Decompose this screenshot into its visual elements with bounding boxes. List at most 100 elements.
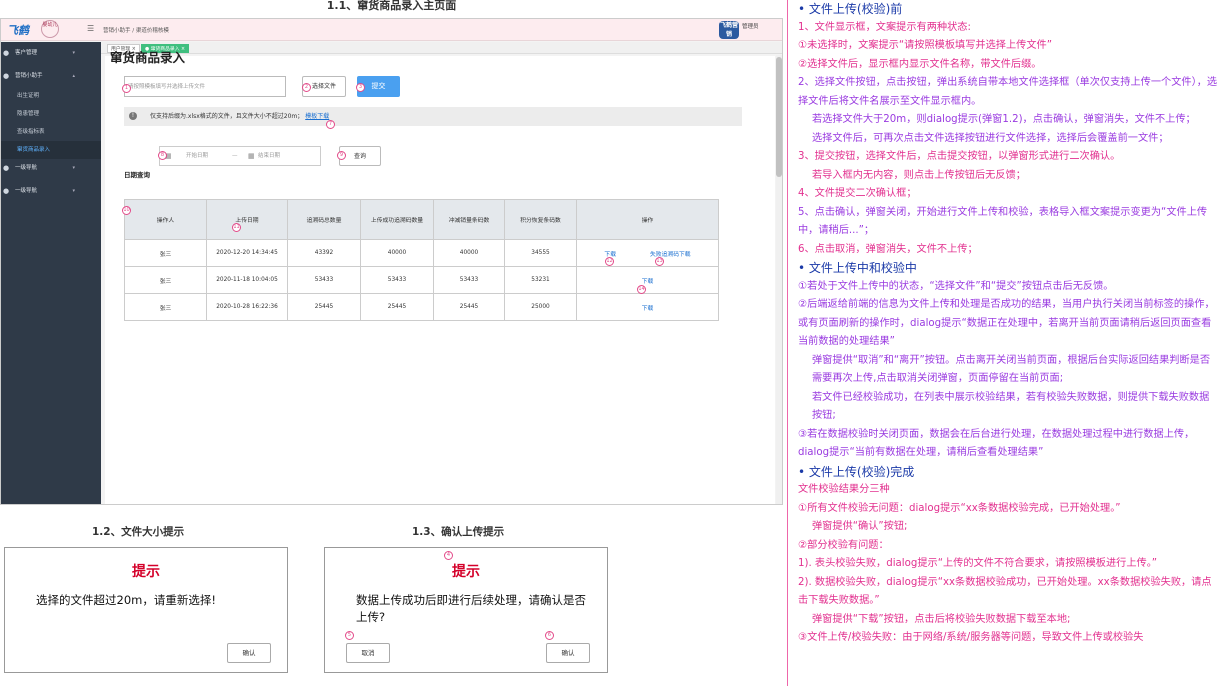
annotation-badge: 13 (655, 257, 664, 266)
scrollbar-thumb[interactable] (776, 57, 782, 177)
annotation-badge: 4 (444, 551, 453, 560)
note-line: 若导入框内无内容，则点击上传按钮后无反馈； (812, 169, 1026, 181)
note-line: 2、选择文件按钮，点击按钮，弹出系统自带本地文件选择框（单次仅支持上传一个文件）… (798, 77, 1218, 107)
annotation-badge: 11 (232, 223, 241, 232)
sub-logo: 婴幼儿 (41, 20, 59, 38)
annotation-badge: 9 (337, 151, 346, 160)
note-line: ②后端返给前端的信息为文件上传和处理是否成功的结果，当用户执行关闭当前标签的操作… (798, 299, 1215, 347)
sidebar-item-index[interactable]: 查级指标表 (1, 123, 101, 141)
col-header: 积分恢复条码数 (504, 199, 577, 240)
cell-total: 25445 (287, 293, 361, 321)
chevron-down-icon: ▾ (72, 50, 75, 56)
sidebar-item-customer[interactable]: ● 客户管理 ▾ (1, 44, 101, 62)
note-line: 弹窗提供“下载”按钮，点击后将校验失败数据下载至本地; (812, 613, 1071, 625)
info-bar: 仅支持后缀为.xlsx格式的文件，且文件大小不超过20m； 模板下载 (124, 107, 742, 126)
user-menu[interactable]: 管理员 (742, 22, 759, 30)
menu-toggle-icon[interactable]: ☰ (87, 24, 94, 33)
col-header: 操作 (576, 199, 719, 240)
note-line: 1、文件显示框，文案提示有两种状态: (798, 21, 971, 33)
note-line: 4、文件提交二次确认框； (798, 188, 917, 199)
note-line: ①所有文件校验无问题：dialog提示“xx条数据校验完成，已开始处理。” (798, 502, 1121, 514)
file-size-dialog: 提示 选择的文件超过20m，请重新选择! 确认 (4, 547, 288, 673)
dialog-message: 数据上传成功后即进行后续处理，请确认是否上传? (356, 593, 586, 624)
calendar-icon: ▦ (248, 152, 255, 160)
sidebar-item-nav1[interactable]: ● 一级导航 ▾ (1, 159, 101, 177)
sidebar: ● 客户管理 ▾ ● 营销小助手 ▴ 出生证明 隐患管理 查级指标表 窜货商品录入 ● 一… (1, 42, 101, 504)
cell-points: 53231 (504, 266, 577, 294)
cell-reduce: 40000 (433, 239, 505, 267)
file-display-input[interactable]: 请按照模板填写并选择上传文件 (124, 76, 286, 97)
note-line: 5、点击确认，弹窗关闭，开始进行文件上传和校验，表格导入框文案提示变更为“文件上… (798, 206, 1208, 237)
sidebar-item-goods-entry[interactable]: 窜货商品录入 (1, 141, 101, 159)
user-icon: ● (3, 49, 10, 57)
note-line: • 文件上传(校验)完成 (798, 464, 915, 479)
download-link[interactable]: 下载 (642, 279, 654, 285)
confirm-upload-dialog: 提示 数据上传成功后即进行后续处理，请确认是否上传? 取消 确认 (324, 547, 608, 673)
cell-date: 2020-11-18 10:04:05 (206, 266, 288, 294)
note-line: ②部分校验有问题： (798, 539, 889, 551)
note-line: 1). 表头校验失败，dialog提示“上传的文件不符合要求，请按照模板进行上传… (798, 558, 1158, 569)
annotation-badge: 7 (326, 120, 335, 129)
section-title-main: 1.1、窜货商品录入主页面 (326, 0, 457, 12)
confirm-button[interactable]: 确认 (546, 643, 590, 663)
note-line: 文件校验结果分三种 (798, 484, 890, 495)
cell-success: 53433 (360, 266, 434, 294)
breadcrumb: 营销小助手 / 渠道价稽核模 (103, 28, 169, 34)
sidebar-item-birth-cert[interactable]: 出生证明 (1, 87, 101, 105)
user-icon: ● (3, 187, 10, 195)
date-range-picker[interactable]: ▦ 开始日期 — ▦ 结束日期 (159, 146, 321, 166)
upload-history-table: 操作人 上传日期 追溯码总数量 上传成功追溯码数量 冲减销量条码数 积分恢复条码… (124, 199, 719, 321)
dialog-message: 选择的文件超过20m，请重新选择! (36, 593, 216, 607)
note-line: 若选择文件大于20m，则dialog提示(弹窗1.2)，点击确认，弹窗消失，文件… (812, 114, 1196, 125)
cell-actions: 下载 失败追溯码下载 (576, 239, 719, 267)
note-line: 6、点击取消，弹窗消失，文件不上传； (798, 243, 978, 255)
start-date[interactable]: 开始日期 (186, 147, 208, 166)
date-separator: — (232, 153, 238, 159)
brand-avatar: 飞鹤营销 (719, 21, 739, 39)
sidebar-item-hazard[interactable]: 隐患管理 (1, 105, 101, 123)
cell-reduce: 53433 (433, 266, 505, 294)
cell-date: 2020-10-28 16:22:36 (206, 293, 288, 321)
cell-points: 34555 (504, 239, 577, 267)
cell-total: 43392 (287, 239, 361, 267)
note-line: ①若处于文件上传中的状态，“选择文件”和“提交”按钮点击后无反馈。 (798, 280, 1114, 292)
annotation-badge: 12 (605, 257, 614, 266)
table-row: 张三 2020-10-28 16:22:36 25445 25445 25445… (124, 293, 719, 321)
template-download-link[interactable]: 模板下载 (305, 113, 329, 120)
note-line: 若文件已经校验成功，在列表中展示校验结果，若有校验失败数据，则提供下载失败数据按… (812, 391, 1210, 422)
note-line: 弹窗提供“取消”和“离开”按钮。点击离开关闭当前页面，根据后台实际返回结果判断是… (812, 354, 1211, 385)
cell-actions: 下载 (576, 293, 719, 321)
annotation-badge: 10 (122, 206, 131, 215)
col-header: 上传日期 (206, 199, 288, 240)
cell-reduce: 25445 (433, 293, 505, 321)
tab-bar: 用户管理 × ● 窜货商品录入 × (101, 42, 782, 54)
top-bar: 飞鹤 婴幼儿 ☰ 营销小助手 / 渠道价稽核模 飞鹤营销 管理员 (1, 19, 782, 41)
confirm-button[interactable]: 确认 (227, 643, 271, 663)
page-title: 窜货商品录入 (110, 50, 186, 65)
sidebar-item-nav2[interactable]: ● 一级导航 ▾ (1, 182, 101, 200)
chevron-down-icon: ▾ (72, 188, 75, 194)
logo: 飞鹤 (7, 24, 29, 37)
annotation-badge: 8 (158, 151, 167, 160)
annotation-badge: 3 (356, 83, 365, 92)
section-title-confirm: 1.3、确认上传提示 (412, 526, 505, 538)
requirements-notes: • 文件上传(校验)前 1、文件显示框，文案提示有两种状态: ①未选择时，文案提示“… (787, 0, 1219, 686)
failed-download-link[interactable]: 失败追溯码下载 (650, 252, 691, 258)
col-header: 追溯码总数量 (287, 199, 361, 240)
dialog-title: 提示 (132, 564, 160, 580)
sidebar-item-marketing[interactable]: ● 营销小助手 ▴ (1, 67, 101, 85)
cell-points: 25000 (504, 293, 577, 321)
user-icon: ● (3, 72, 10, 80)
download-link[interactable]: 下载 (642, 306, 654, 312)
annotation-badge: 6 (545, 631, 554, 640)
note-line: ①未选择时，文案提示“请按照模板填写并选择上传文件” (798, 40, 1052, 51)
section-title-size: 1.2、文件大小提示 (92, 526, 185, 538)
cancel-button[interactable]: 取消 (346, 643, 390, 663)
note-line: ③文件上传/校验失败：由于网络/系统/服务器等问题，导致文件上传或校验失 (798, 632, 1144, 643)
annotation-badge: 2 (302, 83, 311, 92)
cell-actions: 下载 (576, 266, 719, 294)
col-header: 上传成功追溯码数量 (360, 199, 434, 240)
note-line: ②选择文件后，显示框内显示文件名称，带文件后缀。 (798, 58, 1042, 70)
cell-date: 2020-12-20 14:34:45 (206, 239, 288, 267)
end-date[interactable]: 结束日期 (258, 147, 280, 166)
